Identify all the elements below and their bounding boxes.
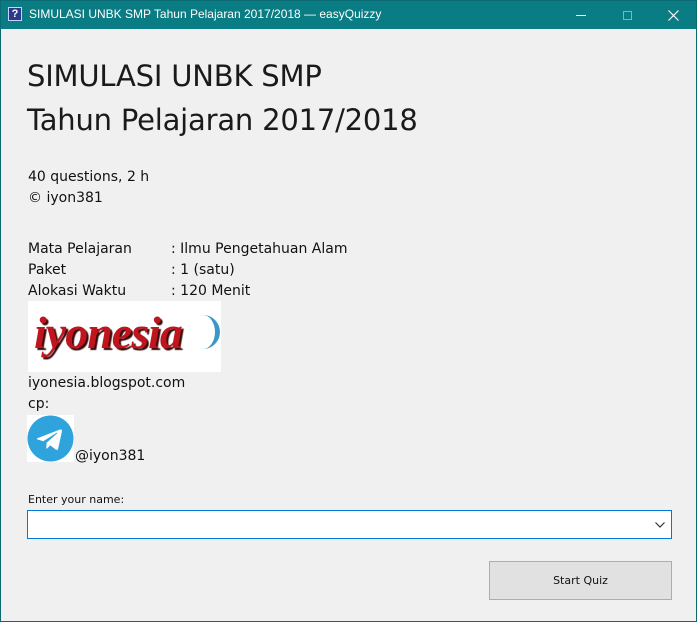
detail-value-subject: : Ilmu Pengetahuan Alam — [171, 241, 348, 257]
telegram-icon — [27, 415, 74, 462]
logo-swoosh-icon — [202, 315, 220, 349]
start-quiz-button[interactable]: Start Quiz — [489, 561, 672, 600]
detail-label-package: Paket — [28, 262, 67, 278]
page-title-line2: Tahun Pelajaran 2017/2018 — [27, 103, 418, 137]
window-title: SIMULASI UNBK SMP Tahun Pelajaran 2017/2… — [29, 7, 382, 21]
chevron-down-icon — [655, 521, 665, 528]
name-input[interactable] — [31, 513, 645, 537]
quiz-intro-panel: SIMULASI UNBK SMP Tahun Pelajaran 2017/2… — [1, 29, 696, 621]
minimize-icon — [576, 14, 586, 16]
iyonesia-logo: iyonesia — [28, 301, 221, 372]
telegram-handle: @iyon381 — [75, 448, 146, 464]
detail-value-time: : 120 Menit — [171, 283, 251, 299]
detail-label-time: Alokasi Waktu — [28, 283, 127, 299]
contact-label: cp: — [28, 396, 50, 412]
question-count: 40 questions, 2 h — [28, 169, 150, 185]
detail-label-subject: Mata Pelajaran — [28, 241, 132, 257]
detail-value-package: : 1 (satu) — [171, 262, 235, 278]
close-icon — [667, 9, 679, 21]
maximize-button[interactable] — [604, 1, 650, 29]
app-icon: ? — [8, 7, 22, 21]
title-bar[interactable]: ? SIMULASI UNBK SMP Tahun Pelajaran 2017… — [1, 1, 696, 29]
page-title-line1: SIMULASI UNBK SMP — [27, 59, 322, 93]
close-button[interactable] — [650, 1, 696, 29]
blog-url: iyonesia.blogspot.com — [28, 375, 186, 391]
app-window: ? SIMULASI UNBK SMP Tahun Pelajaran 2017… — [0, 0, 697, 622]
name-field-label: Enter your name: — [28, 493, 125, 506]
name-combobox[interactable] — [27, 510, 672, 539]
minimize-button[interactable] — [558, 1, 604, 29]
copyright-text: © iyon381 — [28, 190, 103, 206]
logo-text: iyonesia — [34, 307, 183, 358]
maximize-icon — [622, 10, 632, 20]
combo-dropdown-button[interactable] — [649, 511, 671, 538]
